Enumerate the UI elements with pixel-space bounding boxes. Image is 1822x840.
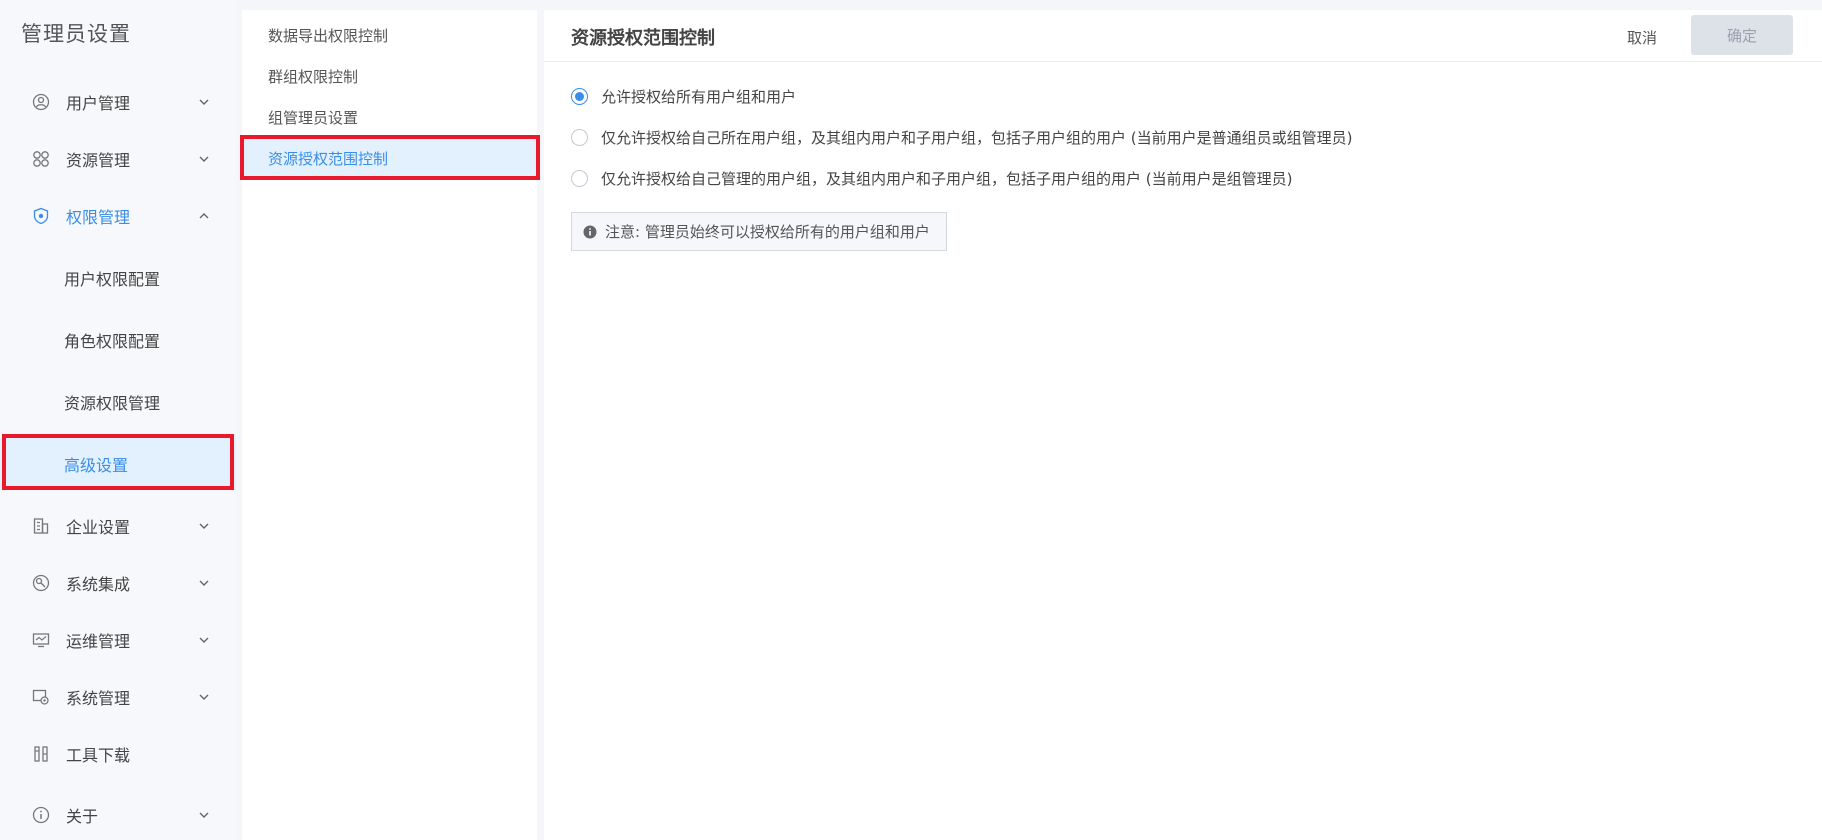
sidebar-subitem-label: 资源权限管理 xyxy=(64,394,161,413)
monitor-icon xyxy=(32,633,50,648)
sidebar-subitem-advanced-settings[interactable]: 高级设置 xyxy=(0,438,236,490)
sidebar-item-enterprise-settings[interactable]: 企业设置 xyxy=(0,502,236,550)
sidebar-item-system-management[interactable]: 系统管理 xyxy=(0,673,236,721)
chevron-down-icon xyxy=(199,99,209,105)
sidebar-item-label: 资源管理 xyxy=(66,151,131,170)
sidebar: 管理员设置 用户管理 资源管理 权限管理 用户权限配置 角色权限配置 资源权限管… xyxy=(0,0,236,840)
menu-item-label: 数据导出权限控制 xyxy=(268,26,389,45)
chevron-up-icon xyxy=(199,213,209,219)
menu-item-label: 群组权限控制 xyxy=(268,67,359,86)
menu-item-resource-authorization-scope[interactable]: 资源授权范围控制 xyxy=(242,139,537,177)
main-header: 资源授权范围控制 取消 确定 xyxy=(544,10,1822,62)
radio-option-managed-groups[interactable]: 仅允许授权给自己管理的用户组，及其组内用户和子用户组，包括子用户组的用户 (当前… xyxy=(571,166,1292,190)
sidebar-item-user-management[interactable]: 用户管理 xyxy=(0,78,236,126)
shield-icon xyxy=(33,207,49,225)
sidebar-item-ops-management[interactable]: 运维管理 xyxy=(0,616,236,664)
app-root: 管理员设置 用户管理 资源管理 权限管理 用户权限配置 角色权限配置 资源权限管… xyxy=(0,0,1822,840)
tools-icon xyxy=(34,746,48,762)
grid-icon xyxy=(33,151,49,167)
sidebar-title: 管理员设置 xyxy=(21,22,131,46)
radio-option-all-groups[interactable]: 允许授权给所有用户组和用户 xyxy=(571,84,796,108)
info-circle-icon xyxy=(32,806,50,824)
sidebar-item-label: 系统集成 xyxy=(66,575,131,594)
menu-item-group-admin-settings[interactable]: 组管理员设置 xyxy=(242,98,537,136)
sidebar-subitem-label: 角色权限配置 xyxy=(64,332,161,351)
chevron-down-icon xyxy=(199,156,209,162)
sidebar-item-label: 用户管理 xyxy=(66,94,131,113)
main-panel: 资源授权范围控制 取消 确定 允许授权给所有用户组和用户 仅允许授权给自己所在用… xyxy=(544,10,1822,840)
sidebar-item-label: 企业设置 xyxy=(66,518,131,537)
integration-icon xyxy=(32,574,50,592)
page-title: 资源授权范围控制 xyxy=(571,28,715,49)
sidebar-subitem-user-permission-config[interactable]: 用户权限配置 xyxy=(0,252,236,304)
info-icon xyxy=(583,225,597,238)
building-icon xyxy=(33,518,49,534)
confirm-button[interactable]: 确定 xyxy=(1691,15,1793,55)
radio-option-label: 允许授权给所有用户组和用户 xyxy=(601,87,797,106)
sidebar-subitem-resource-permission-management[interactable]: 资源权限管理 xyxy=(0,376,236,428)
sidebar-item-label: 系统管理 xyxy=(66,689,131,708)
cancel-button[interactable]: 取消 xyxy=(1610,23,1674,51)
chevron-down-icon xyxy=(199,523,209,529)
chevron-down-icon xyxy=(199,580,209,586)
menu-item-data-export-permission[interactable]: 数据导出权限控制 xyxy=(242,16,537,54)
user-circle-icon xyxy=(32,93,50,111)
sidebar-subitem-role-permission-config[interactable]: 角色权限配置 xyxy=(0,314,236,366)
sidebar-item-label: 权限管理 xyxy=(66,208,131,227)
sidebar-item-label: 工具下载 xyxy=(66,746,131,765)
sidebar-item-system-integration[interactable]: 系统集成 xyxy=(0,559,236,607)
radio-option-own-groups[interactable]: 仅允许授权给自己所在用户组，及其组内用户和子用户组，包括子用户组的用户 (当前用… xyxy=(571,125,1352,149)
sidebar-subitem-label: 用户权限配置 xyxy=(64,270,161,289)
radio-option-label: 仅允许授权给自己管理的用户组，及其组内用户和子用户组，包括子用户组的用户 (当前… xyxy=(601,169,1293,188)
menu-item-label: 组管理员设置 xyxy=(268,108,359,127)
sidebar-item-label: 运维管理 xyxy=(66,632,131,651)
menu-item-label: 资源授权范围控制 xyxy=(268,149,389,168)
sidebar-item-permission-management[interactable]: 权限管理 xyxy=(0,192,236,240)
sidebar-item-about[interactable]: 关于 xyxy=(0,791,236,839)
sidebar-item-resource-management[interactable]: 资源管理 xyxy=(0,135,236,183)
radio-button-checked[interactable] xyxy=(571,87,588,105)
radio-option-label: 仅允许授权给自己所在用户组，及其组内用户和子用户组，包括子用户组的用户 (当前用… xyxy=(601,128,1353,147)
sidebar-item-label: 关于 xyxy=(66,807,99,826)
notice-box: 注意: 管理员始终可以授权给所有的用户组和用户 xyxy=(571,212,947,251)
radio-button[interactable] xyxy=(571,128,588,146)
middle-menu: 数据导出权限控制 群组权限控制 组管理员设置 资源授权范围控制 xyxy=(242,10,537,840)
notice-text: 注意: 管理员始终可以授权给所有的用户组和用户 xyxy=(605,223,930,241)
chevron-down-icon xyxy=(199,694,209,700)
system-gear-icon xyxy=(32,689,49,705)
sidebar-subitem-label: 高级设置 xyxy=(64,456,129,475)
menu-item-group-permission[interactable]: 群组权限控制 xyxy=(242,57,537,95)
sidebar-item-tools-download[interactable]: 工具下载 xyxy=(0,730,236,778)
radio-button[interactable] xyxy=(571,169,588,187)
chevron-down-icon xyxy=(199,812,209,818)
chevron-down-icon xyxy=(199,637,209,643)
